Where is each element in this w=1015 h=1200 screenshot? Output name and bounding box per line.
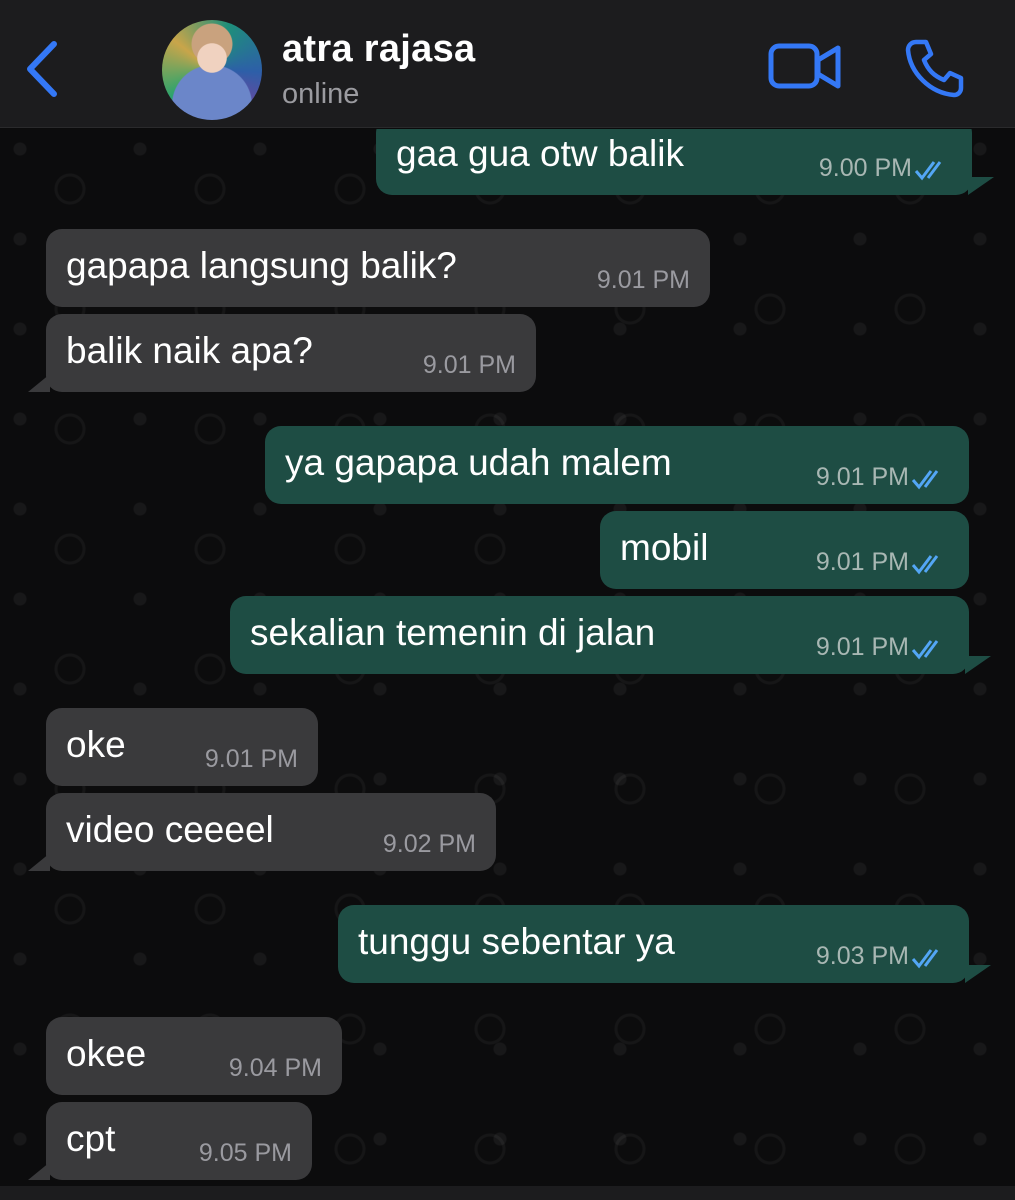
message-time: 9.01 PM [596,266,690,294]
contact-name[interactable]: atra rajasa [282,28,475,71]
video-camera-icon [768,43,841,89]
message-text: mobil [620,527,709,568]
message-time: 9.01 PM [815,548,909,576]
message-bubble-outgoing[interactable]: sekalian temenin di jalan 9.01 PM [230,596,969,674]
message-text: ya gapapa udah malem [285,442,672,483]
message-time: 9.01 PM [815,463,909,491]
message-time: 9.01 PM [422,351,516,379]
message-text: balik naik apa? [66,330,313,371]
message-time: 9.05 PM [198,1139,292,1167]
message-text: video ceeeel [66,809,274,850]
message-time: 9.02 PM [382,830,476,858]
contact-status: online [282,78,360,110]
message-text: gapapa langsung balik? [66,245,457,286]
chat-header: atra rajasa online [0,0,1015,128]
double-check-icon [911,470,939,490]
message-time: 9.04 PM [228,1054,322,1082]
message-time: 9.03 PM [815,942,909,970]
input-bar-edge [0,1186,1015,1200]
message-text: tunggu sebentar ya [358,921,675,962]
message-bubble-outgoing[interactable]: ya gapapa udah malem 9.01 PM [265,426,969,504]
message-time: 9.01 PM [204,745,298,773]
phone-icon [905,39,964,98]
chevron-left-icon [27,41,57,97]
message-bubble-incoming[interactable]: video ceeeel 9.02 PM [28,793,496,871]
double-check-icon [911,949,939,969]
message-time: 9.00 PM [818,154,912,182]
voice-call-button[interactable] [904,38,964,98]
message-text: cpt [66,1118,116,1159]
avatar[interactable] [162,20,262,120]
message-text: oke [66,724,126,765]
message-bubble-outgoing[interactable]: gaa gua otw balik 9.00 PM [376,129,972,195]
double-check-icon [911,640,939,660]
back-button[interactable] [22,38,62,100]
message-list[interactable]: gaa gua otw balik 9.00 PM gapapa langsun… [0,129,1015,1190]
double-check-icon [914,161,942,181]
video-call-button[interactable] [768,40,842,96]
message-text: okee [66,1033,147,1074]
message-bubble-incoming[interactable]: cpt 9.05 PM [28,1102,312,1180]
message-bubble-incoming[interactable]: balik naik apa? 9.01 PM [28,314,536,392]
message-bubble-outgoing[interactable]: tunggu sebentar ya 9.03 PM [338,905,969,983]
message-bubble-incoming[interactable]: oke 9.01 PM [46,708,318,786]
message-text: sekalian temenin di jalan [250,612,656,653]
message-text: gaa gua otw balik [396,133,684,174]
message-bubble-incoming[interactable]: okee 9.04 PM [46,1017,342,1095]
double-check-icon [911,555,939,575]
message-bubble-incoming[interactable]: gapapa langsung balik? 9.01 PM [46,229,710,307]
message-time: 9.01 PM [815,633,909,661]
message-bubble-outgoing[interactable]: mobil 9.01 PM [600,511,969,589]
